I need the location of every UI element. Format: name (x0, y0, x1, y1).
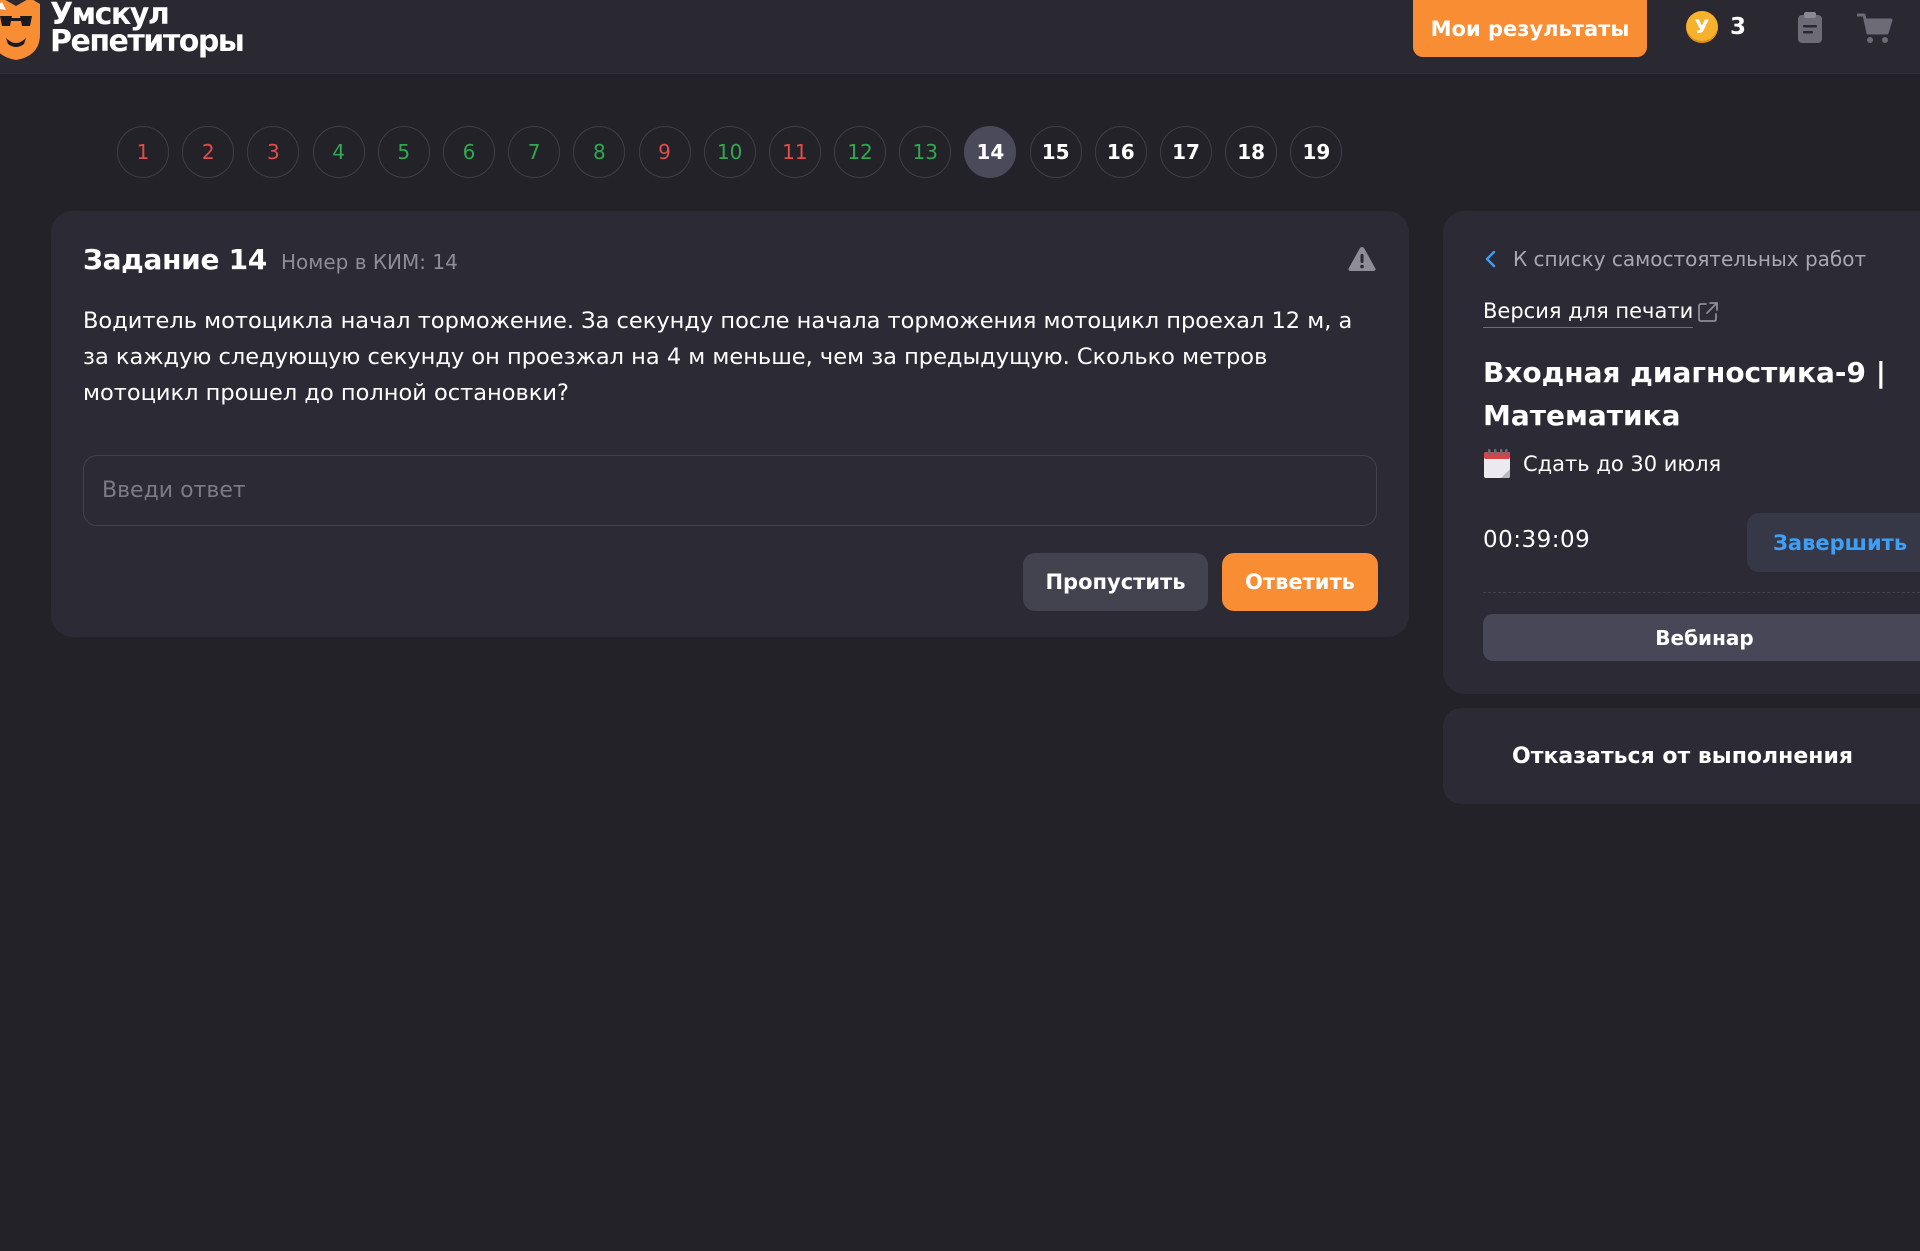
coin-count: 3 (1730, 14, 1747, 40)
task-number-9[interactable]: 9 (638, 126, 691, 178)
task-number-14[interactable]: 14 (964, 126, 1017, 178)
task-number-5[interactable]: 5 (377, 126, 430, 178)
deadline: Сдать до 30 июля (1483, 449, 1721, 479)
print-version-label: Версия для печати (1483, 299, 1694, 328)
task-number-19[interactable]: 19 (1290, 126, 1343, 178)
work-info-panel: К списку самостоятельных работ Версия дл… (1443, 211, 1920, 694)
external-link-icon (1698, 302, 1719, 322)
coin-icon: У (1686, 11, 1718, 43)
task-number-11[interactable]: 11 (768, 126, 821, 178)
my-results-button[interactable]: Мои результаты (1413, 0, 1647, 57)
task-pagination: 1 2 3 4 5 6 7 8 9 10 11 12 13 14 15 16 17 18 19 (117, 126, 1356, 178)
task-number-17[interactable]: 17 (1160, 126, 1212, 178)
task-number-6[interactable]: 6 (442, 126, 495, 178)
task-number-18[interactable]: 18 (1225, 126, 1278, 178)
logo-line2: Репетиторы (50, 24, 245, 59)
deadline-text: Сдать до 30 июля (1523, 452, 1722, 476)
webinar-button[interactable]: Вебинар (1483, 614, 1920, 661)
task-number-10[interactable]: 10 (703, 126, 756, 178)
task-card: Задание 14 Номер в КИМ: 14 Водитель мото… (51, 211, 1409, 637)
task-number-2[interactable]: 2 (182, 126, 235, 178)
task-number-7[interactable]: 7 (508, 126, 561, 178)
fox-glasses-logo-icon (0, 0, 44, 62)
task-header: Задание 14 Номер в КИМ: 14 (83, 243, 458, 276)
task-number-1[interactable]: 1 (117, 126, 169, 178)
task-number-13[interactable]: 13 (899, 126, 952, 178)
divider (1483, 592, 1920, 593)
timer: 00:39:09 (1483, 527, 1591, 553)
task-number-8[interactable]: 8 (573, 126, 626, 178)
answer-input[interactable] (83, 455, 1377, 526)
task-title: Задание 14 (83, 243, 267, 276)
task-number-4[interactable]: 4 (312, 126, 365, 178)
task-number-15[interactable]: 15 (1029, 126, 1082, 178)
task-number-3[interactable]: 3 (247, 126, 300, 178)
back-link-label: К списку самостоятельных работ (1513, 247, 1867, 271)
logo[interactable]: Умскул Репетиторы (0, 0, 245, 62)
cart-icon[interactable] (1856, 12, 1893, 44)
decline-work-button[interactable]: Отказаться от выполнения (1443, 708, 1920, 804)
warning-triangle-icon[interactable] (1347, 245, 1377, 273)
back-to-works-link[interactable]: К списку самостоятельных работ (1483, 247, 1866, 271)
top-header: Умскул Репетиторы Мои результаты У 3 (0, 0, 1920, 74)
task-text: Водитель мотоцикла начал торможение. За … (83, 308, 1353, 406)
notes-icon[interactable] (1797, 12, 1823, 44)
answer-button[interactable]: Ответить (1222, 553, 1378, 611)
task-kim-number: Номер в КИМ: 14 (280, 250, 458, 274)
coin-letter: У (1694, 16, 1710, 38)
coins-balance[interactable]: У 3 (1686, 10, 1746, 44)
calendar-icon (1484, 449, 1510, 478)
finish-button[interactable]: Завершить (1747, 513, 1920, 572)
work-title: Входная диагностика-9 | Математика (1483, 356, 1886, 432)
task-number-12[interactable]: 12 (834, 126, 887, 178)
chevron-left-icon (1485, 250, 1496, 268)
print-version-link[interactable]: Версия для печати (1483, 299, 1719, 328)
skip-button[interactable]: Пропустить (1023, 553, 1208, 611)
task-number-16[interactable]: 16 (1094, 126, 1147, 178)
